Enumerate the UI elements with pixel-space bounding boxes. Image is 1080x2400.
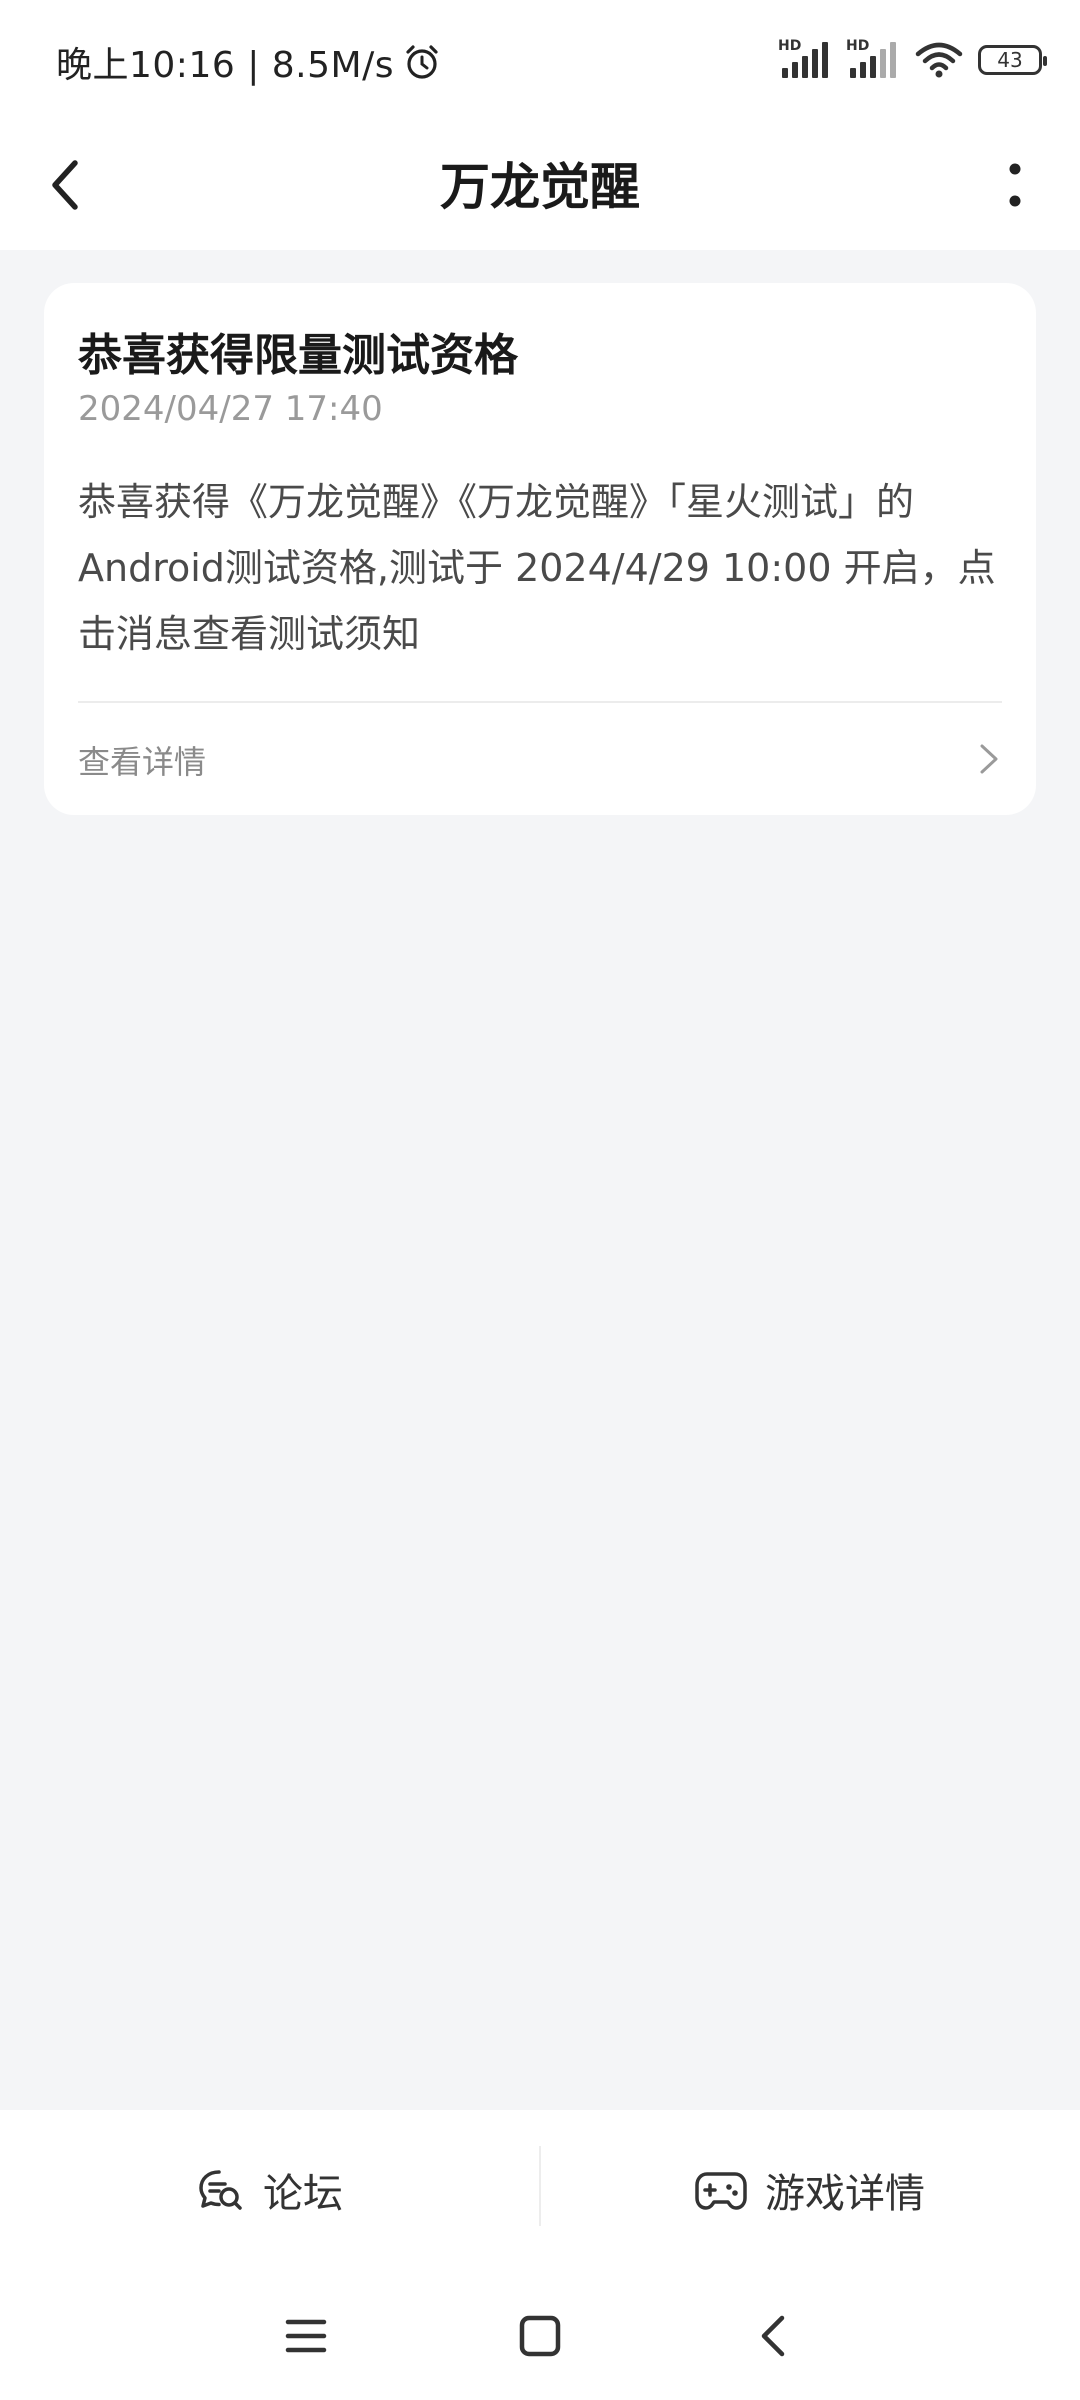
forum-chat-icon	[199, 2170, 242, 2210]
page-title: 万龙觉醒	[440, 158, 640, 216]
page-header: 万龙觉醒	[0, 125, 1080, 250]
game-details-button[interactable]: 游戏详情	[540, 2110, 1080, 2270]
message-body-line: 恭喜获得《万龙觉醒》《万龙觉醒》「星火测试」的	[78, 480, 915, 524]
wifi-icon	[915, 42, 963, 78]
message-title: 恭喜获得限量测试资格	[78, 330, 518, 381]
view-details-row[interactable]: 查看详情	[44, 703, 1036, 815]
top-bar: 晚上10:16 | 8.5M/s HD HD 43 万龙觉醒	[0, 0, 1080, 250]
message-timestamp: 2024/04/27 17:40	[78, 389, 383, 429]
battery-indicator: 43	[978, 45, 1047, 75]
status-left: 晚上10:16 | 8.5M/s	[56, 36, 442, 88]
cell-signal-icon-1: HD	[778, 38, 832, 80]
message-body-line: 击消息查看测试须知	[78, 612, 421, 656]
home-button[interactable]	[510, 2306, 570, 2366]
status-bar: 晚上10:16 | 8.5M/s HD HD 43	[0, 0, 1080, 125]
message-body-line: Android测试资格,测试于 2024/4/29 10:00 开启，点	[78, 546, 996, 590]
message-body: 恭喜获得《万龙觉醒》《万龙觉醒》「星火测试」的 Android测试资格,测试于 …	[78, 469, 1008, 667]
status-time-speed: 晚上10:16 | 8.5M/s	[56, 45, 394, 86]
menu-icon	[285, 2319, 327, 2353]
more-options-button[interactable]	[980, 145, 1050, 225]
battery-level: 43	[997, 48, 1023, 72]
view-details-label: 查看详情	[78, 743, 207, 781]
alarm-icon	[406, 45, 438, 79]
system-navigation-bar	[0, 2270, 1080, 2400]
forum-button[interactable]: 论坛	[0, 2110, 540, 2270]
status-right: HD HD 43	[778, 38, 1047, 80]
bottom-action-bar: 论坛 游戏详情	[0, 2110, 1080, 2270]
home-square-icon	[519, 2315, 561, 2357]
game-details-label: 游戏详情	[765, 2171, 925, 2217]
back-triangle-icon	[761, 2315, 785, 2357]
more-vertical-icon	[1009, 163, 1021, 207]
recent-apps-button[interactable]	[276, 2306, 336, 2366]
forum-label: 论坛	[263, 2171, 343, 2217]
system-back-button[interactable]	[744, 2306, 804, 2366]
chevron-right-icon	[980, 744, 998, 774]
gamepad-icon	[695, 2172, 747, 2210]
message-card[interactable]: 恭喜获得限量测试资格 2024/04/27 17:40 恭喜获得《万龙觉醒》《万…	[44, 283, 1036, 815]
cell-signal-icon-2: HD	[846, 38, 900, 80]
